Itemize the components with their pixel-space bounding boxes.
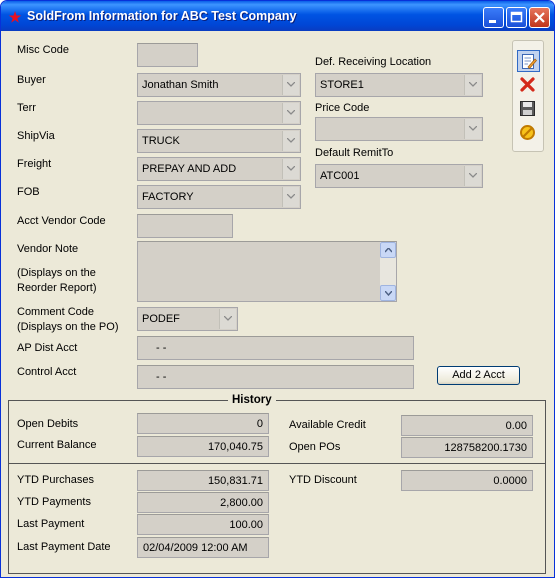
control-acct-field[interactable]: - - xyxy=(137,365,414,389)
window-title: SoldFrom Information for ABC Test Compan… xyxy=(27,9,297,23)
available-credit-label: Available Credit xyxy=(289,419,366,431)
cancel-button[interactable] xyxy=(517,122,540,144)
ytd-payments-label: YTD Payments xyxy=(17,496,91,508)
chevron-down-icon[interactable] xyxy=(464,75,481,95)
save-button[interactable] xyxy=(517,98,540,120)
def-receiving-location-label: Def. Receiving Location xyxy=(315,56,432,68)
default-remitto-value: ATC001 xyxy=(320,170,360,182)
misc-code-label: Misc Code xyxy=(17,44,69,56)
delete-button[interactable] xyxy=(517,74,540,96)
chevron-down-icon[interactable] xyxy=(464,166,481,186)
delete-x-icon xyxy=(520,77,535,92)
vendor-note-sublabel: (Displays on the xyxy=(17,267,96,279)
ytd-purchases-label: YTD Purchases xyxy=(17,474,95,486)
current-balance-label: Current Balance xyxy=(17,439,97,451)
title-bar[interactable]: ★ SoldFrom Information for ABC Test Comp… xyxy=(1,1,554,31)
scroll-down-button[interactable] xyxy=(380,285,396,301)
terr-select[interactable] xyxy=(137,101,301,125)
close-button[interactable] xyxy=(529,7,550,28)
ytd-discount-label: YTD Discount xyxy=(289,474,357,486)
buyer-value: Jonathan Smith xyxy=(142,79,219,91)
chevron-down-icon[interactable] xyxy=(282,75,299,95)
fob-select[interactable]: FACTORY xyxy=(137,185,301,209)
buyer-label: Buyer xyxy=(17,74,46,86)
acct-vendor-code-label: Acct Vendor Code xyxy=(17,215,106,227)
last-payment-label: Last Payment xyxy=(17,518,85,530)
chevron-down-icon[interactable] xyxy=(282,187,299,207)
last-payment-field: 100.00 xyxy=(137,514,269,535)
chevron-down-icon[interactable] xyxy=(282,159,299,179)
price-code-select[interactable] xyxy=(315,117,483,141)
fob-label: FOB xyxy=(17,186,40,198)
history-divider xyxy=(9,463,545,464)
comment-code-value: PODEF xyxy=(142,313,180,325)
add-2-acct-button[interactable]: Add 2 Acct xyxy=(437,366,520,385)
current-balance-field: 170,040.75 xyxy=(137,436,269,457)
action-toolbar xyxy=(512,40,544,152)
open-debits-label: Open Debits xyxy=(17,418,79,430)
fob-value: FACTORY xyxy=(142,191,194,203)
comment-code-sublabel: (Displays on the PO) xyxy=(17,321,119,333)
vendor-note-textarea[interactable] xyxy=(137,241,397,302)
default-remitto-select[interactable]: ATC001 xyxy=(315,164,483,188)
vendor-note-scrollbar[interactable] xyxy=(380,242,396,301)
last-payment-date-label: Last Payment Date xyxy=(17,541,111,553)
ytd-discount-field: 0.0000 xyxy=(401,470,533,491)
ytd-purchases-field: 150,831.71 xyxy=(137,470,269,491)
chevron-down-icon[interactable] xyxy=(464,119,481,139)
vendor-note-label: Vendor Note xyxy=(17,243,79,255)
vendor-note-sublabel: Reorder Report) xyxy=(17,282,97,294)
freight-select[interactable]: PREPAY AND ADD xyxy=(137,157,301,181)
chevron-down-icon[interactable] xyxy=(282,131,299,151)
cancel-circle-icon xyxy=(520,125,535,140)
comment-code-label: Comment Code xyxy=(17,306,95,318)
default-remitto-label: Default RemitTo xyxy=(315,147,394,159)
acct-vendor-code-field[interactable] xyxy=(137,214,233,238)
chevron-down-icon[interactable] xyxy=(219,309,236,329)
form-area: Misc Code Buyer Jonathan Smith Terr Ship… xyxy=(4,31,551,575)
minimize-button[interactable] xyxy=(483,7,504,28)
def-receiving-location-value: STORE1 xyxy=(320,79,364,91)
comment-code-select[interactable]: PODEF xyxy=(137,307,238,331)
scroll-up-button[interactable] xyxy=(380,242,396,258)
price-code-label: Price Code xyxy=(315,102,370,114)
shipvia-value: TRUCK xyxy=(142,135,180,147)
minimize-icon xyxy=(489,20,496,23)
available-credit-field: 0.00 xyxy=(401,415,533,436)
soldfrom-window: ★ SoldFrom Information for ABC Test Comp… xyxy=(0,0,555,578)
terr-label: Terr xyxy=(17,102,36,114)
ap-dist-acct-field[interactable]: - - xyxy=(137,336,414,360)
open-pos-field: 128758200.1730 xyxy=(401,437,533,458)
def-receiving-location-select[interactable]: STORE1 xyxy=(315,73,483,97)
buyer-select[interactable]: Jonathan Smith xyxy=(137,73,301,97)
maximize-icon xyxy=(510,11,523,23)
close-icon xyxy=(534,12,545,23)
open-pos-label: Open POs xyxy=(289,441,341,453)
maximize-button[interactable] xyxy=(506,7,527,28)
shipvia-label: ShipVia xyxy=(17,130,55,142)
arrow-down-icon xyxy=(385,291,392,296)
chevron-down-icon[interactable] xyxy=(282,103,299,123)
edit-document-icon xyxy=(522,54,537,70)
ap-dist-acct-label: AP Dist Acct xyxy=(17,342,78,354)
freight-value: PREPAY AND ADD xyxy=(142,163,237,175)
star-app-icon: ★ xyxy=(8,9,22,25)
shipvia-select[interactable]: TRUCK xyxy=(137,129,301,153)
ytd-payments-field: 2,800.00 xyxy=(137,492,269,513)
misc-code-field[interactable] xyxy=(137,43,198,67)
last-payment-date-field: 02/04/2009 12:00 AM xyxy=(137,537,269,558)
arrow-up-icon xyxy=(385,248,392,253)
history-title: History xyxy=(228,394,276,407)
edit-button[interactable] xyxy=(517,50,540,72)
control-acct-label: Control Acct xyxy=(17,366,77,378)
save-disk-icon xyxy=(520,101,535,116)
freight-label: Freight xyxy=(17,158,52,170)
open-debits-field: 0 xyxy=(137,413,269,434)
